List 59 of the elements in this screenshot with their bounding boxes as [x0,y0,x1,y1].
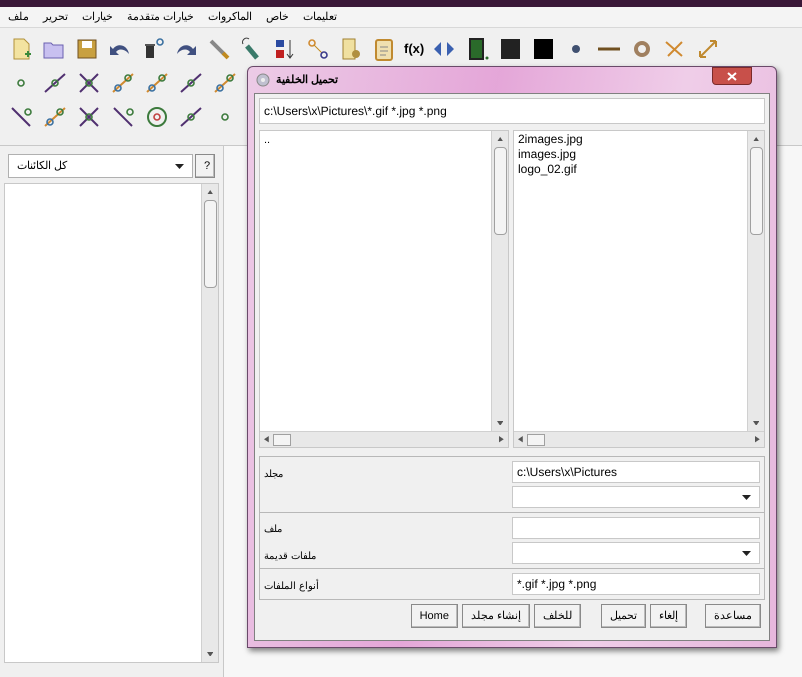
menu-item[interactable]: الماكروات [208,8,252,26]
old-files-label: ملفات قديمة [264,550,316,564]
folder-list[interactable]: .. [259,130,509,448]
menu-item[interactable]: خيارات متقدمة [127,8,194,26]
folder-item[interactable]: .. [264,133,491,147]
close-icon [727,72,737,80]
scroll-arrow-icon[interactable] [206,190,214,194]
file-label: ملف [264,523,283,537]
scroll-arrow-icon[interactable] [264,436,269,443]
scroll-arrow-icon[interactable] [518,436,523,443]
scrollbar-thumb[interactable] [204,200,216,288]
close-button[interactable] [712,67,752,85]
file-item[interactable]: 2images.jpg [518,132,747,147]
dialog-button[interactable]: إنشاء مجلد [462,604,530,628]
circle-icon[interactable] [144,104,170,130]
scroll-arrow-icon[interactable] [496,136,504,142]
scrollbar-thumb[interactable] [526,434,545,446]
file-list[interactable]: 2images.jpg images.jpg logo_02.gif [513,130,765,448]
horizontal-scrollbar[interactable] [260,431,508,447]
help-button[interactable]: ? [195,154,215,178]
file-types-label: أنواع الملفات [264,579,319,595]
dialog-button[interactable]: Home [410,604,458,628]
menu-item[interactable]: تعليمات [303,8,338,26]
menu-item[interactable]: خيارات [82,8,113,26]
filter-value: كل الكائنات [17,158,68,174]
scroll-arrow-icon[interactable] [752,136,760,142]
dialog-title: تحميل الخلفية [276,72,338,88]
folder-label: مجلد [264,468,283,482]
vertical-scrollbar[interactable] [491,131,508,431]
scroll-arrow-icon[interactable] [752,420,760,426]
vertical-scrollbar[interactable] [747,131,764,431]
vertical-scrollbar[interactable] [201,184,218,662]
file-item[interactable]: logo_02.gif [518,162,747,177]
dialog-button[interactable]: تحميل [601,604,646,628]
scrollbar-thumb[interactable] [494,147,506,235]
file-types-field[interactable]: *.gif *.jpg *.png [512,573,760,595]
horizontal-scrollbar[interactable] [514,431,764,447]
menu-item[interactable]: ملف [8,8,29,26]
disc-icon [256,73,270,87]
scroll-arrow-icon[interactable] [499,436,504,443]
menu-item[interactable]: خاص [266,8,290,26]
dialog-button[interactable]: إلغاء [650,604,687,628]
caret-icon [742,550,751,556]
caret-icon [742,494,751,500]
scroll-arrow-icon[interactable] [496,420,504,426]
scrollbar-thumb[interactable] [750,147,762,235]
menu-item[interactable]: تحرير [43,8,68,26]
dialog-button[interactable]: مساعدة [705,604,761,628]
scrollbar-thumb[interactable] [272,434,291,446]
file-name-field[interactable] [512,517,760,539]
function-button[interactable]: f(x) [404,39,424,59]
scroll-arrow-icon[interactable] [755,436,760,443]
caret-icon [175,164,184,168]
path-field[interactable]: c:\Users\x\Pictures\*.gif *.jpg *.png [259,98,765,124]
scroll-arrow-icon[interactable] [206,652,214,656]
folder-field[interactable]: c:\Users\x\Pictures [512,461,760,483]
file-item[interactable]: images.jpg [518,147,747,162]
dialog-button[interactable]: للخلف [534,604,581,628]
filter-dropdown[interactable]: كل الكائنات [8,154,193,178]
